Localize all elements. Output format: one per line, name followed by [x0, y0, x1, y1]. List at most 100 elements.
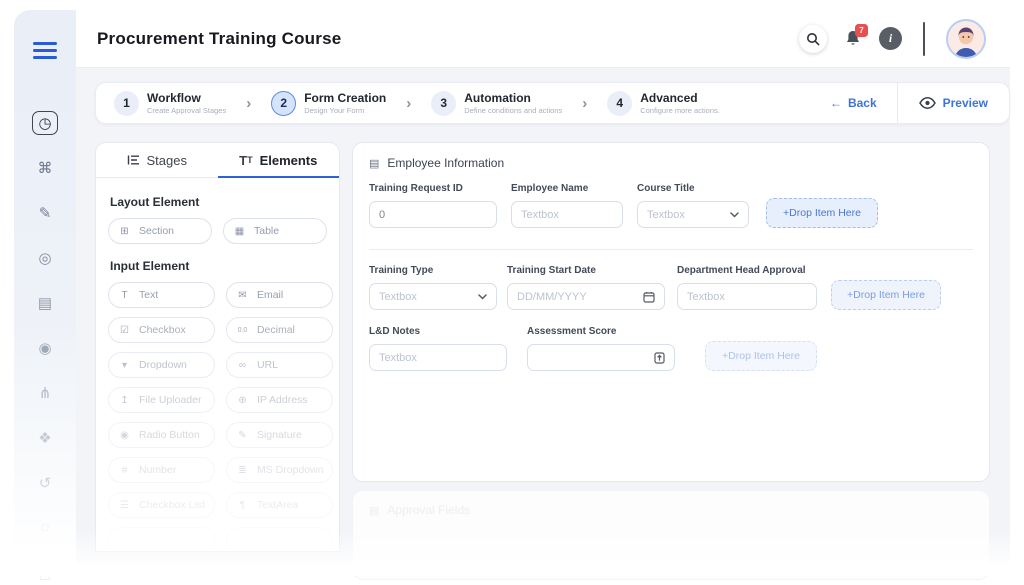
calendar-icon[interactable]: [643, 291, 655, 303]
preview-label: Preview: [943, 96, 988, 110]
element-dropdown[interactable]: ▾ Dropdown: [108, 352, 215, 378]
element-textarea[interactable]: ¶ TextArea: [226, 492, 334, 518]
panel-body: Layout Element ⊞ Section ▦ Table Input E…: [96, 178, 339, 552]
ld-notes-input[interactable]: [379, 352, 497, 364]
tab-elements[interactable]: TT Elements: [218, 143, 340, 177]
element-signature[interactable]: ✎ Signature: [226, 422, 334, 448]
top-header: Procurement Training Course 7 i: [76, 10, 1010, 68]
search-icon: [806, 32, 820, 46]
dropdown-icon: ▾: [118, 360, 131, 371]
history-icon[interactable]: ↺: [32, 471, 58, 495]
training-request-id-input[interactable]: [379, 209, 487, 221]
page-title: Procurement Training Course: [97, 29, 341, 49]
step-automation[interactable]: 3 Automation Define conditions and actio…: [431, 91, 562, 116]
user-settings-icon[interactable]: ◉: [32, 336, 58, 360]
gears-icon[interactable]: ❖: [32, 426, 58, 450]
org-icon[interactable]: ◬: [32, 561, 58, 585]
header-divider: [923, 22, 925, 56]
step-number: 1: [114, 91, 139, 116]
element-ip-address[interactable]: ⊕ IP Address: [226, 387, 334, 413]
element-table[interactable]: ▦ Table: [223, 218, 327, 244]
preview-button[interactable]: Preview: [898, 96, 1009, 110]
archive-icon[interactable]: ◌: [32, 516, 58, 540]
text-elements-icon: TT: [239, 153, 252, 168]
training-type-select[interactable]: Textbox: [369, 283, 497, 310]
field-label: Assessment Score: [527, 326, 675, 337]
course-title-select[interactable]: Textbox: [637, 201, 749, 228]
step-title: Form Creation: [304, 91, 386, 106]
element-email[interactable]: ✉ Email: [226, 282, 334, 308]
share-nodes-icon[interactable]: ⋔: [32, 381, 58, 405]
element-checkbox[interactable]: ☑ Checkbox: [108, 317, 215, 343]
element-url[interactable]: ∞ URL: [226, 352, 334, 378]
field-employee-name: Employee Name: [511, 183, 623, 228]
field-label: L&D Notes: [369, 326, 507, 337]
dashboard-monitor-icon[interactable]: ◷: [32, 111, 58, 135]
text-icon: T: [118, 290, 131, 301]
signature-icon: ✎: [236, 430, 249, 441]
notifications-button[interactable]: 7: [844, 29, 862, 48]
section-header: ▤ Employee Information: [369, 156, 973, 170]
checkbox-list-icon: ☰: [118, 500, 131, 511]
form-edit-icon[interactable]: ✎: [32, 201, 58, 225]
table-icon: ▦: [233, 226, 246, 237]
field-label: Training Request ID: [369, 183, 497, 194]
chevron-down-icon: [730, 212, 739, 218]
workflow-nodes-icon[interactable]: ⌘: [32, 156, 58, 180]
eye-icon: [919, 97, 936, 109]
input-element-heading: Input Element: [110, 259, 327, 273]
info-button[interactable]: i: [879, 27, 902, 50]
field-label: Training Type: [369, 265, 497, 276]
ip-address-icon: ⊕: [236, 395, 249, 406]
tab-stages[interactable]: Stages: [96, 143, 218, 177]
element-radio-button[interactable]: ◉ Radio Button: [108, 422, 215, 448]
drop-zone-2[interactable]: +Drop Item Here: [831, 280, 941, 310]
panel-tabs: Stages TT Elements: [96, 143, 339, 178]
notification-badge: 7: [855, 24, 868, 37]
step-title: Workflow: [147, 91, 226, 106]
field-department-head-approval: Department Head Approval: [677, 265, 817, 310]
file-upload-icon[interactable]: [654, 352, 665, 364]
ghost-section-title: Approval Fields: [387, 503, 470, 517]
row-divider: [369, 249, 973, 250]
field-label: Training Start Date: [507, 265, 665, 276]
step-workflow[interactable]: 1 Workflow Create Approval Stages: [114, 91, 226, 116]
chevron-right-icon: ›: [582, 95, 587, 112]
multiselect-dropdown-icon: ≣: [236, 465, 249, 476]
assessment-score-input[interactable]: [537, 352, 648, 364]
step-subtitle: Configure more actions.: [640, 106, 720, 116]
drop-zone-3[interactable]: +Drop Item Here: [705, 341, 817, 371]
element-hidden[interactable]: [226, 527, 334, 552]
chevron-right-icon: ›: [406, 95, 411, 112]
element-section[interactable]: ⊞ Section: [108, 218, 212, 244]
element-file-uploader[interactable]: ↥ File Uploader: [108, 387, 215, 413]
report-icon[interactable]: ▤: [32, 291, 58, 315]
element-decimal[interactable]: 0.0 Decimal: [226, 317, 334, 343]
layout-element-grid: ⊞ Section ▦ Table: [108, 218, 327, 244]
field-training-request-id: Training Request ID: [369, 183, 497, 228]
step-form-creation[interactable]: 2 Form Creation Design Your Form: [271, 91, 386, 116]
employee-name-input[interactable]: [521, 209, 613, 221]
element-checkbox-list[interactable]: ☰ Checkbox List: [108, 492, 215, 518]
element-ms-dropdown[interactable]: ≣ MS Dropdown: [226, 457, 334, 483]
element-label: Table: [254, 225, 279, 237]
ai-settings-icon[interactable]: ◎: [32, 246, 58, 270]
step-advanced[interactable]: 4 Advanced Configure more actions.: [607, 91, 720, 116]
field-assessment-score: Assessment Score: [527, 326, 675, 371]
element-text[interactable]: T Text: [108, 282, 215, 308]
file-upload-icon: ↥: [118, 395, 131, 406]
email-icon: ✉: [236, 290, 249, 301]
search-button[interactable]: [799, 25, 827, 53]
element-hidden[interactable]: [108, 527, 215, 552]
user-avatar[interactable]: [946, 19, 986, 59]
field-label: Employee Name: [511, 183, 623, 194]
training-start-date-input[interactable]: [517, 291, 637, 303]
form-row-2: Training Type Textbox Training Start Dat…: [369, 265, 973, 310]
element-number[interactable]: # Number: [108, 457, 215, 483]
department-head-approval-input[interactable]: [687, 291, 807, 303]
decimal-icon: 0.0: [236, 327, 249, 334]
drop-zone-1[interactable]: +Drop Item Here: [766, 198, 878, 228]
back-button[interactable]: ← Back: [824, 96, 897, 110]
step-title: Advanced: [640, 91, 720, 106]
hamburger-menu-icon[interactable]: [33, 38, 57, 63]
